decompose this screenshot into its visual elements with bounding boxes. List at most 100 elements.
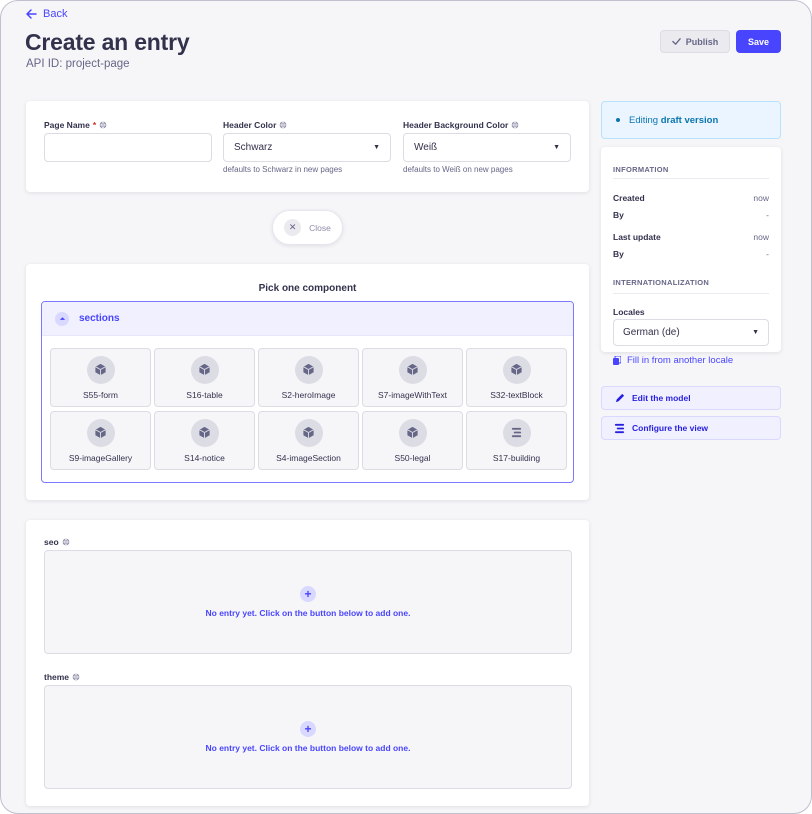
component-option[interactable]: S4-imageSection <box>258 411 359 470</box>
component-option[interactable]: S17-building <box>466 411 567 470</box>
seo-empty-text: No entry yet. Click on the button below … <box>205 608 411 618</box>
component-option[interactable]: S32-textBlock <box>466 348 567 407</box>
theme-label: theme <box>44 672 80 682</box>
list-icon <box>614 423 625 433</box>
cube-icon <box>190 355 219 384</box>
header-color-select[interactable]: Schwarz ▼ <box>223 133 391 162</box>
component-option[interactable]: S55-form <box>50 348 151 407</box>
header-bg-color-select[interactable]: Weiß ▼ <box>403 133 571 162</box>
duplicate-icon <box>613 356 621 365</box>
component-label: S32-textBlock <box>490 389 543 400</box>
information-card: INFORMATION Created now By - Last update… <box>601 147 781 352</box>
edit-model-button[interactable]: Edit the model <box>601 386 781 410</box>
globe-icon <box>99 121 107 129</box>
publish-button[interactable]: Publish <box>660 30 730 53</box>
close-label: Close <box>309 222 331 233</box>
cube-icon <box>294 418 323 447</box>
pencil-icon <box>615 393 625 402</box>
component-label: S16-table <box>186 389 223 400</box>
seo-dropzone[interactable]: + No entry yet. Click on the button belo… <box>44 550 572 654</box>
component-label: S7-imageWithText <box>378 389 447 400</box>
dynamic-zones-card: seo + No entry yet. Click on the button … <box>26 520 589 806</box>
locale-select[interactable]: German (de) ▼ <box>613 319 769 346</box>
caret-down-icon: ▼ <box>752 329 759 336</box>
list-icon <box>502 418 531 447</box>
information-heading: INFORMATION <box>613 165 669 174</box>
component-label: S50-legal <box>394 452 431 463</box>
cube-icon <box>398 355 427 384</box>
save-button[interactable]: Save <box>736 30 781 53</box>
locales-label: Locales <box>613 307 645 317</box>
component-option[interactable]: S14-notice <box>154 411 255 470</box>
component-option[interactable]: S2-heroImage <box>258 348 359 407</box>
picker-title: Pick one component <box>258 283 357 294</box>
component-option[interactable]: S7-imageWithText <box>362 348 463 407</box>
cube-icon <box>86 418 115 447</box>
fields-card: Page Name * Header Color Schwarz ▼ defaul… <box>26 101 589 192</box>
cube-icon <box>398 418 427 447</box>
header-bg-color-value: Weiß <box>414 142 438 153</box>
created-by-row: By - <box>613 210 769 220</box>
sections-category: sections S55-form S16-table S2-heroImage S7… <box>41 301 574 483</box>
check-icon <box>671 38 681 45</box>
component-label: S17-building <box>492 452 541 463</box>
component-label: S2-heroImage <box>281 389 336 400</box>
header-bg-color-label: Header Background Color <box>403 120 519 130</box>
globe-icon <box>511 121 519 129</box>
component-label: S9-imageGallery <box>68 452 133 463</box>
component-option[interactable]: S50-legal <box>362 411 463 470</box>
component-option[interactable]: S9-imageGallery <box>50 411 151 470</box>
divider <box>613 178 769 179</box>
theme-dropzone[interactable]: + No entry yet. Click on the button belo… <box>44 685 572 789</box>
cube-icon <box>294 355 323 384</box>
cube-icon <box>502 355 531 384</box>
header-bg-color-hint: defaults to Weiß on new pages <box>403 165 513 174</box>
plus-icon[interactable]: + <box>300 721 316 737</box>
page-title: Create an entry <box>25 29 190 55</box>
caret-down-icon: ▼ <box>373 144 380 151</box>
draft-status-box: Editing draft version <box>601 101 781 139</box>
close-icon: ✕ <box>284 219 302 236</box>
caret-down-icon: ▼ <box>553 144 560 151</box>
created-row: Created now <box>613 193 769 203</box>
draft-status-text: Editing draft version <box>629 114 719 126</box>
back-label: Back <box>43 8 68 20</box>
configure-view-button[interactable]: Configure the view <box>601 416 781 440</box>
updated-by-row: By - <box>613 249 769 259</box>
seo-label: seo <box>44 537 70 547</box>
required-mark: * <box>92 120 97 130</box>
header-color-label: Header Color <box>223 120 287 130</box>
globe-icon <box>62 538 70 546</box>
close-picker-button[interactable]: ✕ Close <box>272 210 343 245</box>
internationalization-heading: INTERNATIONALIZATION <box>613 278 710 287</box>
status-dot <box>616 118 620 122</box>
header-color-value: Schwarz <box>234 142 273 153</box>
edit-model-label: Edit the model <box>632 393 691 403</box>
component-picker-card: Pick one component sections S55-form S16-… <box>26 264 589 500</box>
back-link[interactable]: Back <box>25 8 67 20</box>
globe-icon <box>72 673 80 681</box>
chevron-up-icon <box>55 311 69 326</box>
component-label: S55-form <box>83 389 118 400</box>
cube-icon <box>86 355 115 384</box>
fill-from-locale-label: Fill in from another locale <box>627 355 734 366</box>
header-color-hint: defaults to Schwarz in new pages <box>223 165 343 174</box>
page-name-input[interactable] <box>44 133 212 162</box>
app-frame: Back Create an entry API ID: project-pag… <box>0 0 812 814</box>
page-name-label: Page Name * <box>44 120 107 130</box>
category-label: sections <box>79 313 120 324</box>
component-label: S14-notice <box>184 452 225 463</box>
plus-icon[interactable]: + <box>300 586 316 602</box>
globe-icon <box>280 121 287 129</box>
last-update-row: Last update now <box>613 232 769 242</box>
component-label: S4-imageSection <box>276 452 341 463</box>
sections-category-toggle[interactable]: sections <box>42 302 573 336</box>
cube-icon <box>190 418 219 447</box>
component-option[interactable]: S16-table <box>154 348 255 407</box>
publish-label: Publish <box>685 36 719 47</box>
divider <box>613 293 769 294</box>
locale-value: German (de) <box>623 327 680 338</box>
configure-view-label: Configure the view <box>632 423 709 433</box>
fill-from-locale-link[interactable]: Fill in from another locale <box>613 355 733 366</box>
api-id: API ID: project-page <box>26 58 130 70</box>
